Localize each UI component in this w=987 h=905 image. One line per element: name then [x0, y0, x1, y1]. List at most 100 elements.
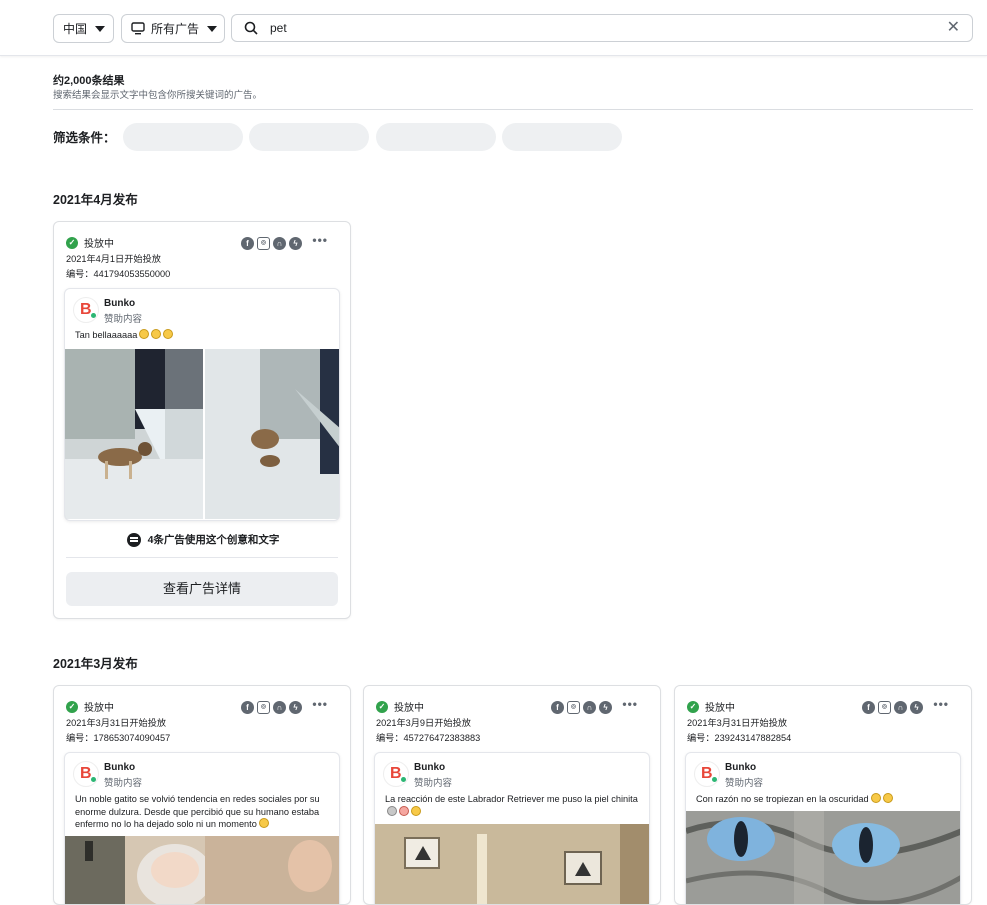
search-icon [244, 21, 258, 35]
creative-count-text: 4条广告使用这个创意和文字 [148, 532, 280, 547]
country-label: 中国 [63, 20, 87, 37]
chevron-down-icon [95, 26, 105, 32]
instagram-icon: ◎ [567, 701, 580, 714]
ad-text-content: Tan bellaaaaaa [75, 330, 137, 340]
check-icon: ✓ [687, 701, 699, 713]
emoji-icon [259, 818, 269, 828]
messenger-icon: ϟ [599, 701, 612, 714]
audience-network-icon: ∩ [894, 701, 907, 714]
emoji-icon [871, 793, 881, 803]
ad-image [686, 811, 961, 905]
messenger-icon: ϟ [289, 701, 302, 714]
filter-pill[interactable] [249, 123, 369, 151]
creative-count[interactable]: 4条广告使用这个创意和文字 [54, 532, 351, 547]
status-badge: ✓ 投放中 [66, 235, 114, 250]
emoji-icon [139, 329, 149, 339]
platform-icons: f ◎ ∩ ϟ [241, 237, 302, 250]
sponsored-label: 赞助内容 [104, 775, 142, 789]
messenger-icon: ϟ [289, 237, 302, 250]
status-text: 投放中 [84, 235, 114, 250]
status-text: 投放中 [394, 699, 424, 714]
ad-id: 编号：441794053550000 [66, 266, 170, 280]
sponsored-label: 赞助内容 [725, 775, 763, 789]
status-text: 投放中 [705, 699, 735, 714]
advertiser-avatar: B [383, 761, 409, 787]
advertiser-name[interactable]: Bunko [104, 298, 135, 309]
audience-network-icon: ∩ [273, 701, 286, 714]
emoji-icon [387, 806, 397, 816]
check-icon: ✓ [376, 701, 388, 713]
ad-text: Un noble gatito se volvió tendencia en r… [75, 793, 335, 831]
monitor-icon [131, 22, 145, 35]
filter-pill[interactable] [502, 123, 622, 151]
audience-network-icon: ∩ [273, 237, 286, 250]
ad-id: 编号：178653074090457 [66, 730, 170, 744]
ad-type-label: 所有广告 [151, 20, 199, 37]
section-title: 2021年4月发布 [53, 189, 138, 208]
ad-card: ✓ 投放中 2021年3月31日开始投放 编号：239243147882854 … [674, 685, 972, 905]
ad-image [65, 349, 340, 519]
filter-pill[interactable] [376, 123, 496, 151]
facebook-icon: f [241, 701, 254, 714]
advertiser-avatar: B [73, 297, 99, 323]
advertiser-avatar: B [73, 761, 99, 787]
ad-preview[interactable]: B Bunko 赞助内容 La reacción de este Labrado… [374, 752, 650, 905]
top-bar: 中国 所有广告 pet ✕ [0, 0, 987, 56]
status-text: 投放中 [84, 699, 114, 714]
ad-preview[interactable]: B Bunko 赞助内容 Con razón no se tropiezan e… [685, 752, 961, 905]
status-badge: ✓ 投放中 [376, 699, 424, 714]
messenger-icon: ϟ [910, 701, 923, 714]
sponsored-label: 赞助内容 [104, 311, 142, 325]
advertiser-name[interactable]: Bunko [104, 762, 135, 773]
advertiser-name[interactable]: Bunko [414, 762, 445, 773]
filter-label: 筛选条件： [53, 127, 116, 146]
platform-icons: f ◎ ∩ ϟ [551, 701, 612, 714]
results-count: 约2,000条结果 [53, 72, 125, 88]
view-details-button[interactable]: 查看广告详情 [66, 572, 338, 606]
check-icon: ✓ [66, 701, 78, 713]
search-bar[interactable]: pet ✕ [231, 14, 973, 42]
country-dropdown[interactable]: 中国 [53, 14, 114, 43]
results-note: 搜索结果会显示文字中包含你所搜关键词的广告。 [53, 87, 262, 101]
sponsored-label: 赞助内容 [414, 775, 452, 789]
check-icon: ✓ [66, 237, 78, 249]
ad-card: ✓ 投放中 2021年3月31日开始投放 编号：178653074090457 … [53, 685, 351, 905]
start-date: 2021年3月31日开始投放 [66, 715, 166, 729]
facebook-icon: f [241, 237, 254, 250]
ad-card: ✓ 投放中 2021年3月9日开始投放 编号：457276472383883 f… [363, 685, 661, 905]
more-options-icon[interactable]: ••• [312, 697, 328, 711]
ad-id: 编号：457276472383883 [376, 730, 480, 744]
start-date: 2021年4月1日开始投放 [66, 251, 161, 265]
ad-image [65, 836, 340, 905]
status-badge: ✓ 投放中 [687, 699, 735, 714]
divider [66, 557, 338, 558]
start-date: 2021年3月9日开始投放 [376, 715, 471, 729]
platform-icons: f ◎ ∩ ϟ [862, 701, 923, 714]
ad-text: Tan bellaaaaaa [75, 329, 335, 342]
ad-text-content: La reacción de este Labrador Retriever m… [385, 794, 638, 804]
ad-text: Con razón no se tropiezan en la oscurida… [696, 793, 956, 806]
advertiser-name[interactable]: Bunko [725, 762, 756, 773]
ad-preview[interactable]: B Bunko 赞助内容 Tan bellaaaaaa [64, 288, 340, 521]
search-input[interactable]: pet [270, 21, 287, 35]
ad-id: 编号：239243147882854 [687, 730, 791, 744]
emoji-icon [163, 329, 173, 339]
more-options-icon[interactable]: ••• [622, 697, 638, 711]
ad-preview[interactable]: B Bunko 赞助内容 Un noble gatito se volvió t… [64, 752, 340, 905]
ad-text-content: Un noble gatito se volvió tendencia en r… [75, 794, 320, 829]
facebook-icon: f [862, 701, 875, 714]
ad-card: ✓ 投放中 2021年4月1日开始投放 编号：441794053550000 f… [53, 221, 351, 619]
filter-pill[interactable] [123, 123, 243, 151]
emoji-icon [151, 329, 161, 339]
emoji-icon [883, 793, 893, 803]
advertiser-avatar: B [694, 761, 720, 787]
audience-network-icon: ∩ [583, 701, 596, 714]
more-options-icon[interactable]: ••• [312, 233, 328, 247]
more-options-icon[interactable]: ••• [933, 697, 949, 711]
close-icon[interactable]: ✕ [947, 20, 960, 36]
facebook-icon: f [551, 701, 564, 714]
ad-image [375, 824, 650, 905]
ad-text: La reacción de este Labrador Retriever m… [385, 793, 645, 818]
instagram-icon: ◎ [257, 701, 270, 714]
ad-type-dropdown[interactable]: 所有广告 [121, 14, 225, 43]
